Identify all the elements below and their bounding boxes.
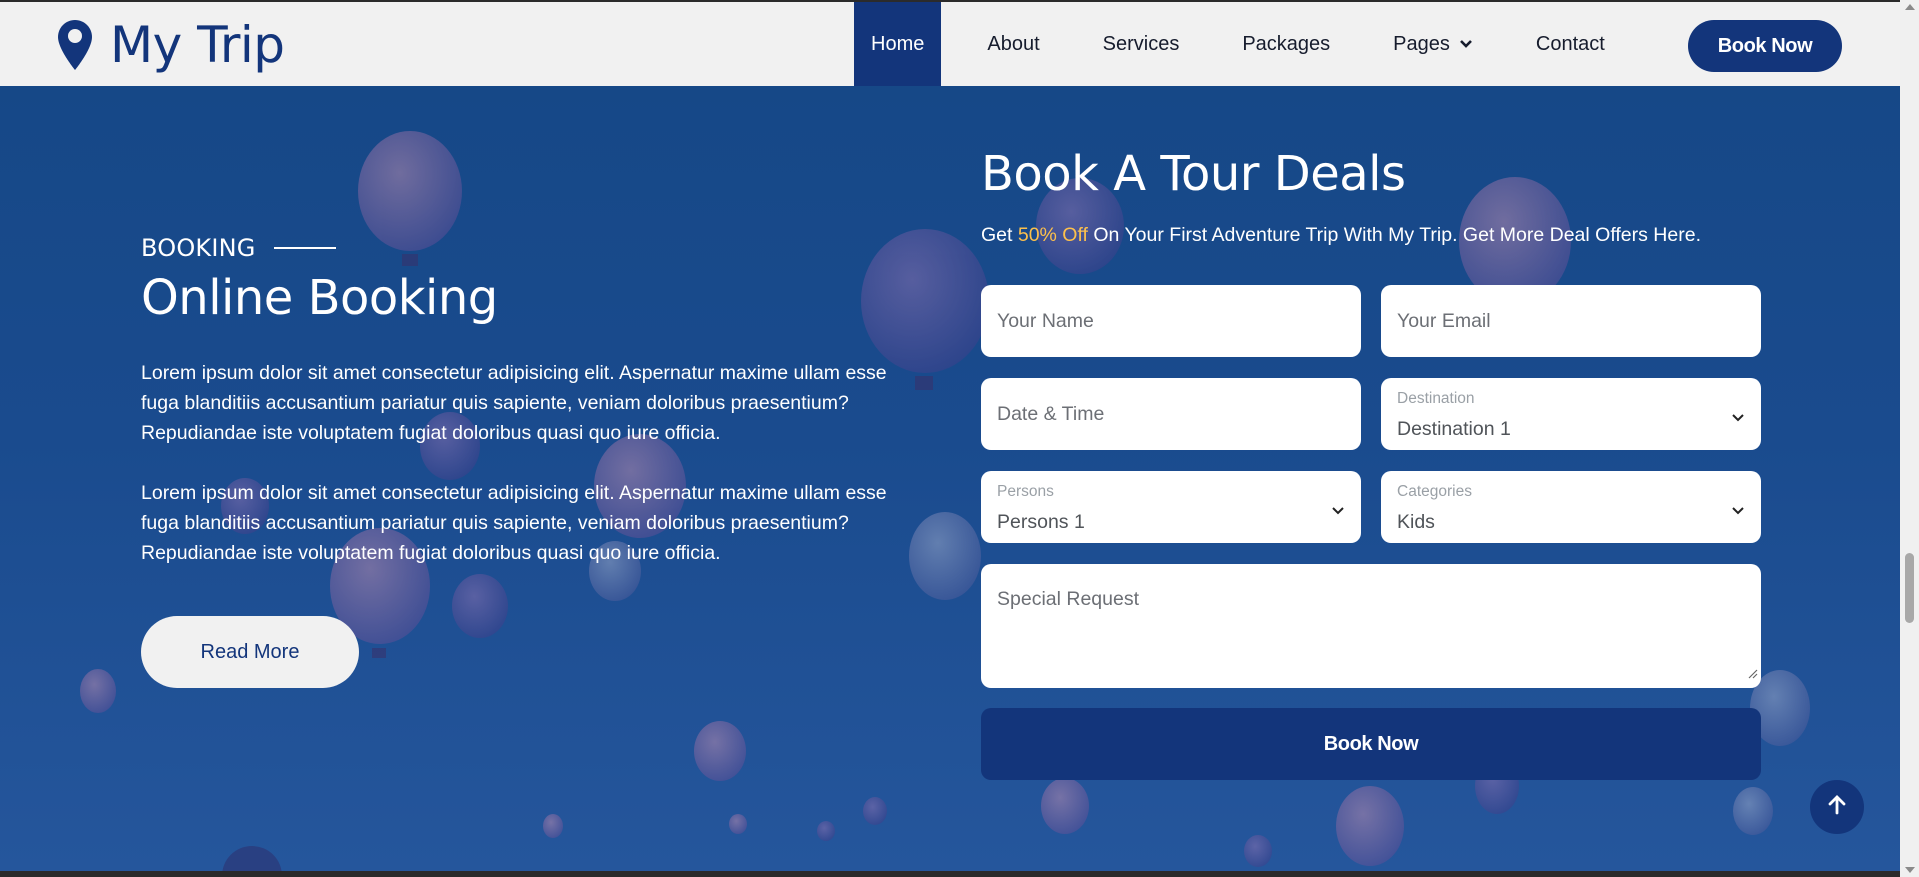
nav-item-label: Contact [1535,32,1605,55]
window-bottom-edge [0,871,1900,877]
book-now-submit-button[interactable]: Book Now [981,708,1761,780]
eyebrow-text: BOOKING [141,234,256,262]
special-request-placeholder: Special Request [997,588,1140,610]
datetime-input[interactable]: Date & Time [981,378,1361,450]
back-to-top-button[interactable] [1810,780,1864,834]
nav-item-contact[interactable]: Contact [1519,2,1622,86]
brand-logo[interactable]: My Trip [58,16,285,74]
nav-item-label: Packages [1242,32,1331,55]
page-scrollbar[interactable] [1900,0,1919,877]
special-request-textarea[interactable]: Special Request [981,564,1761,688]
nav-item-services[interactable]: Services [1086,2,1197,86]
booking-paragraph-2: Lorem ipsum dolor sit amet consectetur a… [141,482,887,564]
categories-label: Categories [1397,483,1472,500]
chevron-down-icon [1731,406,1745,429]
brand-name: My Trip [110,16,285,74]
categories-value: Kids [1397,511,1435,533]
email-placeholder: Your Email [1397,310,1491,332]
booking-form-header: Book A Tour Deals Get 50% Off On Your Fi… [981,146,1761,247]
subtitle-suffix: On Your First Adventure Trip With My Tri… [1087,224,1701,246]
nav-item-about[interactable]: About [970,2,1056,86]
categories-select[interactable]: Categories Kids [1381,471,1761,543]
nav-links: Home About Services Packages Pages Conta… [854,2,1651,86]
scroll-up-arrow-icon[interactable] [1905,4,1915,10]
nav-item-pages[interactable]: Pages [1376,2,1490,86]
chevron-down-icon [1459,39,1473,49]
nav-book-now-button[interactable]: Book Now [1688,20,1842,72]
booking-intro: BOOKING Online Booking Lorem ipsum dolor… [141,234,921,568]
booking-paragraph-1: Lorem ipsum dolor sit amet consectetur a… [141,362,887,444]
persons-value: Persons 1 [997,511,1085,533]
email-input[interactable]: Your Email [1381,285,1761,357]
nav-item-home[interactable]: Home [854,2,942,86]
discount-highlight: 50% Off [1017,224,1088,246]
persons-label: Persons [997,483,1054,500]
nav-item-label: About [987,32,1040,55]
form-title: Book A Tour Deals [981,146,1406,202]
chevron-down-icon [1331,499,1345,522]
scrollbar-thumb[interactable] [1905,553,1914,623]
name-placeholder: Your Name [997,310,1094,332]
nav-item-label: Services [1102,32,1180,55]
persons-select[interactable]: Persons Persons 1 [981,471,1361,543]
eyebrow-divider [273,247,336,249]
map-pin-icon [58,20,92,70]
chevron-down-icon [1731,499,1745,522]
name-input[interactable]: Your Name [981,285,1361,357]
arrow-up-icon [1828,794,1846,820]
section-title: Online Booking [141,270,498,326]
navbar: My Trip Home About Services Packages Pag… [0,0,1900,86]
subtitle-prefix: Get [981,224,1018,246]
section-eyebrow: BOOKING [141,234,921,262]
nav-item-label: Home [871,32,925,55]
read-more-button[interactable]: Read More [141,616,359,688]
nav-item-label: Pages [1393,32,1450,55]
form-subtitle: Get 50% Off On Your First Adventure Trip… [981,224,1761,247]
destination-value: Destination 1 [1397,418,1511,440]
datetime-placeholder: Date & Time [997,403,1105,425]
scroll-down-arrow-icon[interactable] [1905,867,1915,873]
destination-select[interactable]: Destination Destination 1 [1381,378,1761,450]
nav-item-packages[interactable]: Packages [1225,2,1347,86]
destination-label: Destination [1397,390,1475,407]
booking-section: BOOKING Online Booking Lorem ipsum dolor… [0,86,1900,871]
resize-grip-icon[interactable] [1748,662,1758,685]
